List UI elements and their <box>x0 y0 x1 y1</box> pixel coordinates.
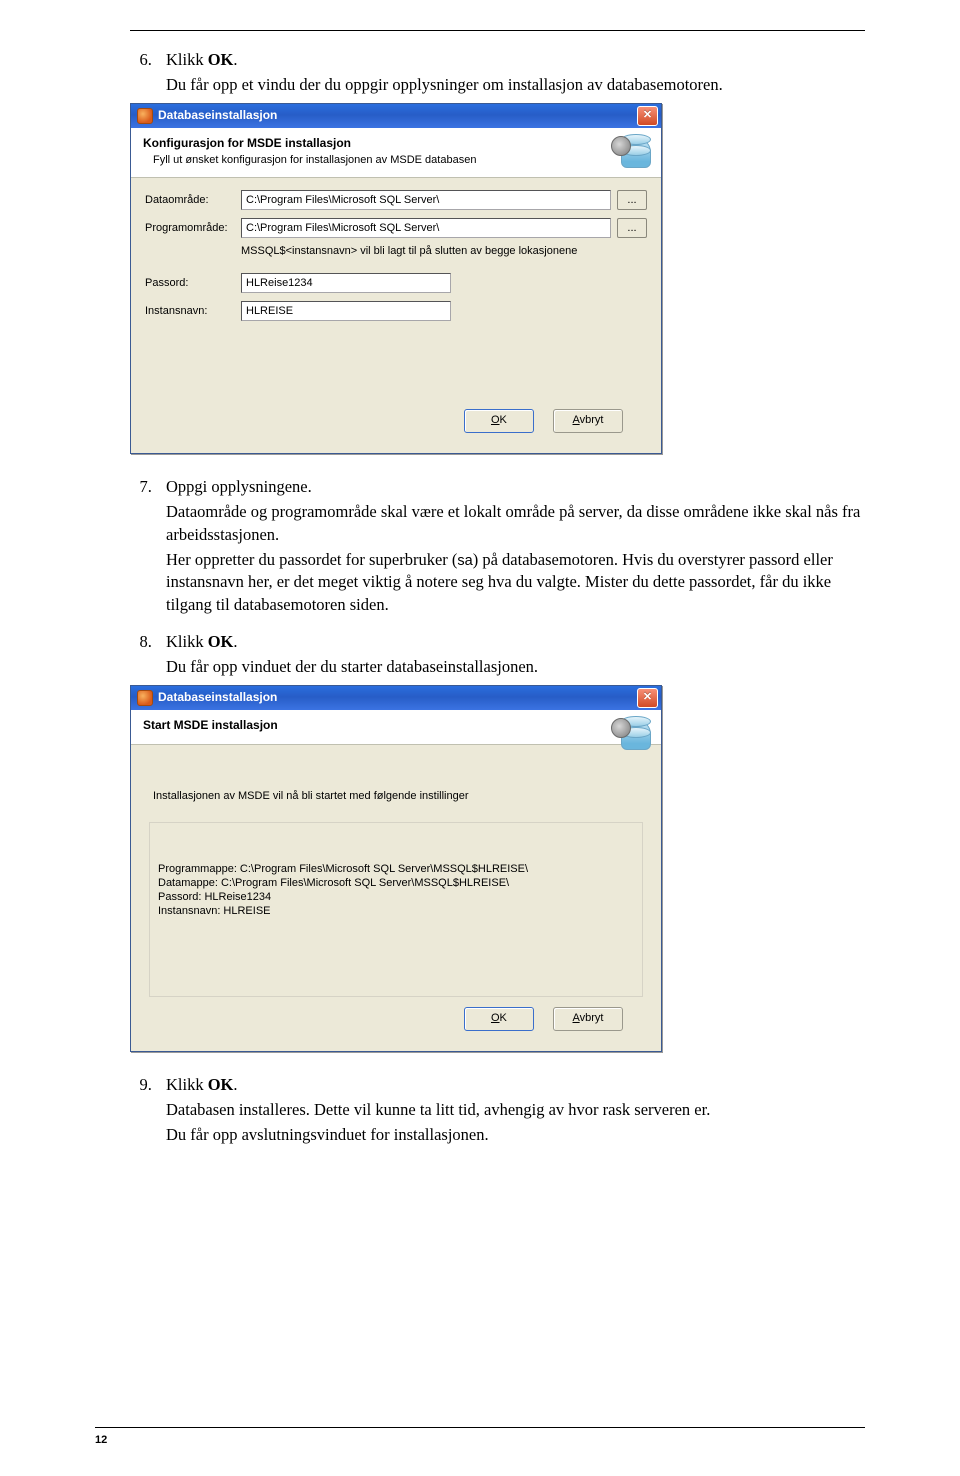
path-note: MSSQL$<instansnavn> vil bli lagt til på … <box>241 244 647 259</box>
step7-title: Oppgi opplysningene. <box>166 477 312 496</box>
summary-password: Passord: HLReise1234 <box>158 891 634 905</box>
step7-p2: Her oppretter du passordet for superbruk… <box>166 549 865 617</box>
settings-summary: Programmappe: C:\Program Files\Microsoft… <box>149 822 643 997</box>
step9-ok: OK <box>208 1075 234 1094</box>
summary-data: Datamappe: C:\Program Files\Microsoft SQ… <box>158 877 634 891</box>
input-program-area[interactable]: C:\Program Files\Microsoft SQL Server\ <box>241 218 611 238</box>
step9-p2: Du får opp avslutningsvinduet for instal… <box>166 1124 865 1147</box>
summary-program: Programmappe: C:\Program Files\Microsoft… <box>158 863 634 877</box>
dialog-header: Start MSDE installasjon <box>131 710 661 746</box>
window-title: Databaseinstallasjon <box>158 107 277 124</box>
step6-line2: Du får opp et vindu der du oppgir opplys… <box>166 74 865 97</box>
app-icon <box>137 108 153 124</box>
label-program-area: Programområde: <box>145 221 241 236</box>
dialog-header: Konfigurasjon for MSDE installasjon Fyll… <box>131 128 661 179</box>
summary-instance: Instansnavn: HLREISE <box>158 905 634 919</box>
browse-data-button[interactable]: ... <box>617 190 647 210</box>
app-icon <box>137 690 153 706</box>
step9-p1: Databasen installeres. Dette vil kunne t… <box>166 1099 865 1122</box>
step6-text: Klikk <box>166 50 208 69</box>
step9-text: Klikk <box>166 1075 208 1094</box>
input-data-area[interactable]: C:\Program Files\Microsoft SQL Server\ <box>241 190 611 210</box>
page-number: 12 <box>95 1427 865 1446</box>
cancel-button[interactable]: Avbryt <box>553 409 623 433</box>
input-instance[interactable]: HLREISE <box>241 301 451 321</box>
titlebar: Databaseinstallasjon ✕ <box>131 686 661 710</box>
database-icon <box>609 134 651 168</box>
input-password[interactable]: HLReise1234 <box>241 273 451 293</box>
step8-line2: Du får opp vinduet der du starter databa… <box>166 656 865 679</box>
header-title: Start MSDE installasjon <box>143 717 649 734</box>
titlebar: Databaseinstallasjon ✕ <box>131 104 661 128</box>
step8-ok: OK <box>208 632 234 651</box>
step6-ok: OK <box>208 50 234 69</box>
sa-literal: sa <box>457 553 472 569</box>
close-icon[interactable]: ✕ <box>637 106 658 126</box>
top-border <box>130 30 865 31</box>
step-7: Oppgi opplysningene. Dataområde og progr… <box>156 476 865 631</box>
database-icon <box>609 716 651 750</box>
step-9: Klikk OK. Databasen installeres. Dette v… <box>156 1074 865 1160</box>
window-title: Databaseinstallasjon <box>158 689 277 706</box>
label-data-area: Dataområde: <box>145 193 241 208</box>
label-password: Passord: <box>145 276 241 291</box>
step7-p1: Dataområde og programområde skal være et… <box>166 501 865 547</box>
ok-button[interactable]: OK <box>464 409 534 433</box>
start-info: Installasjonen av MSDE vil nå bli starte… <box>153 789 647 804</box>
step-6: Klikk OK. Du får opp et vindu der du opp… <box>156 49 865 476</box>
cancel-button[interactable]: Avbryt <box>553 1007 623 1031</box>
header-subtitle: Fyll ut ønsket konfigurasjon for install… <box>153 153 649 168</box>
dialog-start: Databaseinstallasjon ✕ Start MSDE instal… <box>130 685 662 1053</box>
dialog-config: Databaseinstallasjon ✕ Konfigurasjon for… <box>130 103 662 455</box>
label-instance: Instansnavn: <box>145 304 241 319</box>
header-title: Konfigurasjon for MSDE installasjon <box>143 135 649 152</box>
close-icon[interactable]: ✕ <box>637 688 658 708</box>
ok-button[interactable]: OK <box>464 1007 534 1031</box>
browse-program-button[interactable]: ... <box>617 218 647 238</box>
step-8: Klikk OK. Du får opp vinduet der du star… <box>156 631 865 1074</box>
step8-text: Klikk <box>166 632 208 651</box>
